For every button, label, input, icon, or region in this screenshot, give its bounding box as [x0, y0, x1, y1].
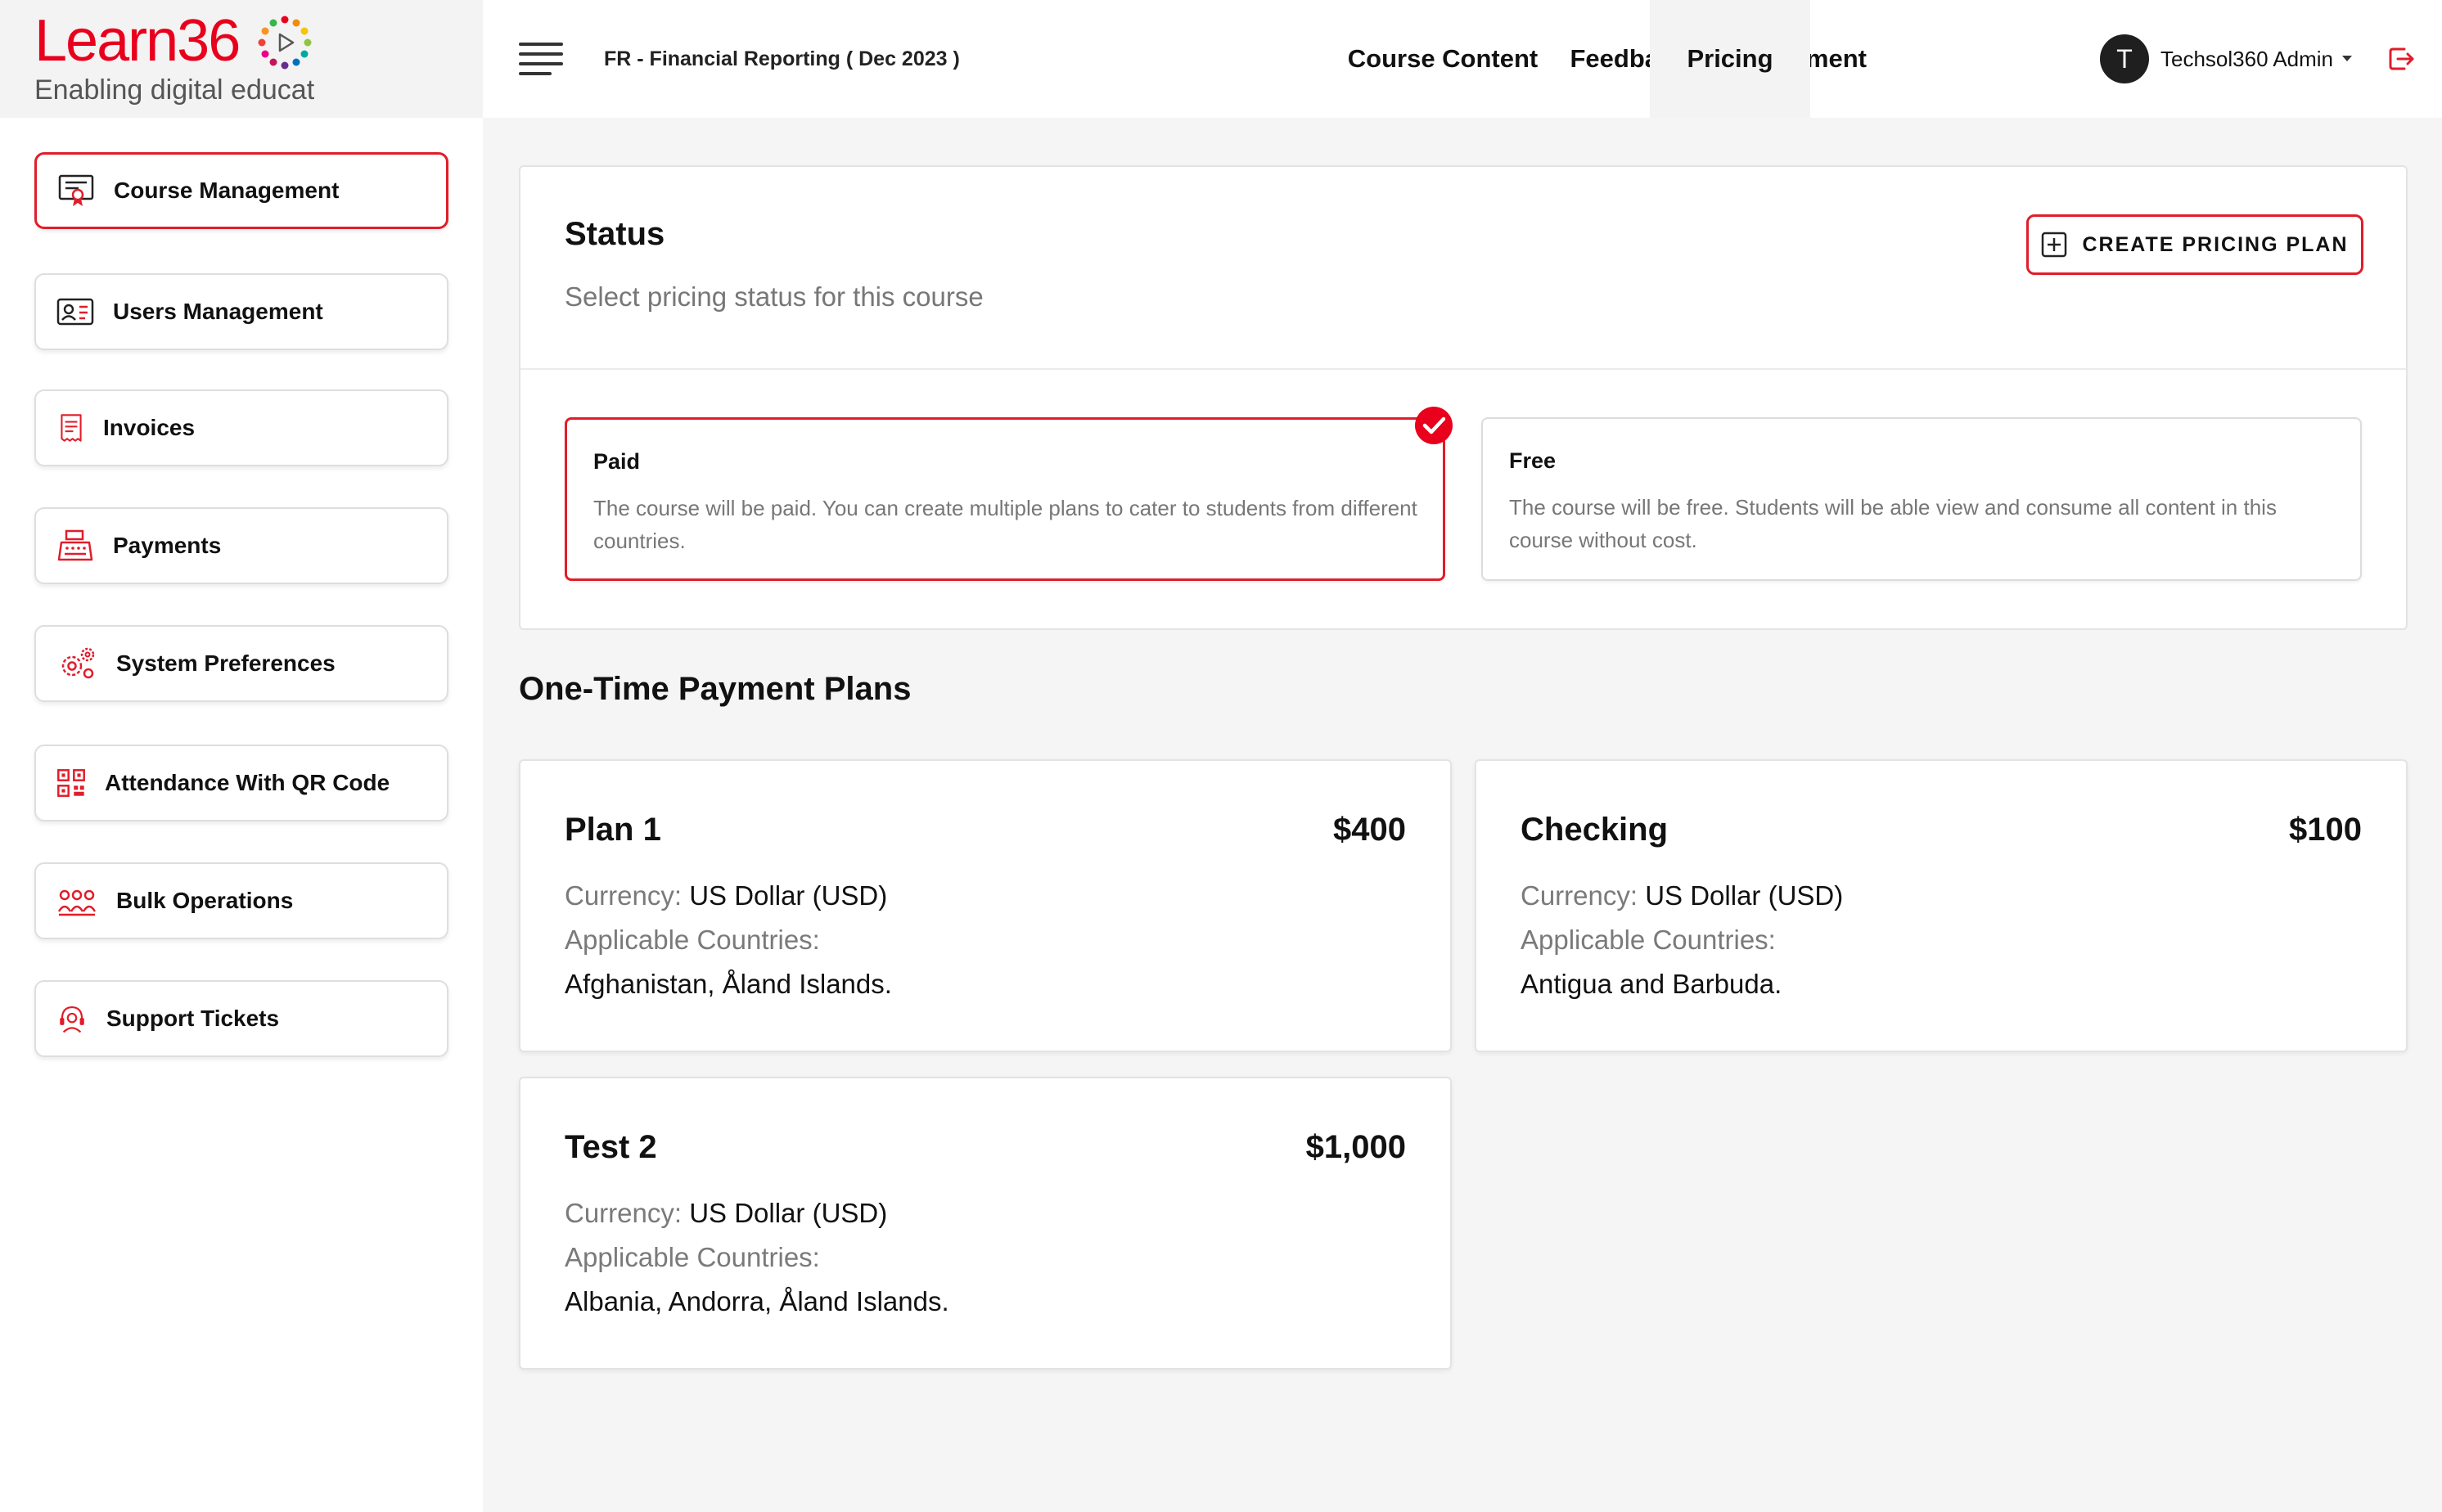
plan-card[interactable]: Plan 1 $400 Currency: US Dollar (USD) Ap… — [519, 759, 1452, 1052]
menu-icon[interactable] — [519, 41, 563, 77]
sidebar-item-payments[interactable]: Payments — [34, 507, 448, 584]
headset-icon — [56, 1001, 88, 1037]
sidebar-item-label: Support Tickets — [106, 1006, 280, 1031]
sidebar-item-label: Course Management — [114, 178, 340, 203]
plan-card[interactable]: Checking $100 Currency: US Dollar (USD) … — [1475, 759, 2408, 1052]
logo-tagline: Enabling digital educat — [34, 74, 315, 106]
countries-label: Applicable Countries: — [565, 1242, 820, 1272]
pricing-option-free[interactable]: Free The course will be free. Students w… — [1481, 417, 2362, 581]
sidebar-item-label: Bulk Operations — [116, 888, 294, 913]
countries-label: Applicable Countries: — [565, 925, 820, 955]
qr-code-icon — [56, 765, 87, 801]
currency-label: Currency: — [565, 880, 683, 911]
status-title: Status — [565, 216, 665, 252]
logo-area: Learn36 Enabling digital educat — [0, 0, 483, 118]
gears-icon — [56, 646, 98, 682]
option-description: The course will be free. Students will b… — [1509, 495, 2277, 552]
sidebar-item-course-management[interactable]: Course Management — [34, 152, 448, 229]
plus-square-icon — [2042, 232, 2067, 258]
sidebar-item-label: Users Management — [113, 299, 323, 324]
sidebar-item-attendance-qr[interactable]: Attendance With QR Code — [34, 745, 448, 821]
countries-value: Antigua and Barbuda. — [1521, 969, 1782, 999]
countries-value: Afghanistan, Åland Islands. — [565, 969, 892, 999]
receipt-icon — [56, 410, 87, 446]
sidebar-item-invoices[interactable]: Invoices — [34, 389, 448, 466]
option-title: Paid — [593, 449, 641, 474]
plan-price: $1,000 — [1305, 1129, 1406, 1165]
option-title: Free — [1509, 448, 1557, 473]
sidebar-item-support-tickets[interactable]: Support Tickets — [34, 980, 448, 1057]
sidebar-item-bulk-operations[interactable]: Bulk Operations — [34, 862, 448, 939]
plan-currency-row: Currency: US Dollar (USD) — [565, 1198, 887, 1229]
plan-currency-row: Currency: US Dollar (USD) — [565, 880, 887, 911]
course-title: FR - Financial Reporting ( Dec 2023 ) — [604, 47, 960, 70]
divider — [520, 368, 2406, 370]
plan-price: $100 — [2289, 812, 2362, 848]
plans-heading: One-Time Payment Plans — [519, 671, 912, 707]
status-subtitle: Select pricing status for this course — [565, 281, 984, 312]
top-bar: FR - Financial Reporting ( Dec 2023 ) Co… — [483, 0, 2442, 118]
currency-value: US Dollar (USD) — [689, 1198, 888, 1228]
logout-icon[interactable] — [2385, 43, 2417, 75]
caret-down-icon[interactable] — [2342, 56, 2352, 61]
plan-currency-row: Currency: US Dollar (USD) — [1521, 880, 1843, 911]
status-card: Status Select pricing status for this co… — [519, 165, 2408, 630]
certificate-icon — [56, 173, 96, 209]
check-circle-icon — [1415, 407, 1453, 444]
create-pricing-plan-label: CREATE PRICING PLAN — [2082, 232, 2349, 256]
currency-value: US Dollar (USD) — [1645, 880, 1844, 911]
user-menu[interactable]: Techsol360 Admin — [2160, 43, 2333, 75]
logo-ring-icon — [258, 16, 312, 70]
option-description: The course will be paid. You can create … — [593, 496, 1417, 553]
currency-label: Currency: — [1521, 880, 1638, 911]
countries-value: Albania, Andorra, Åland Islands. — [565, 1286, 949, 1316]
plan-price: $400 — [1333, 812, 1406, 848]
avatar[interactable]: T — [2100, 34, 2149, 83]
create-pricing-plan-button[interactable]: CREATE PRICING PLAN — [2026, 214, 2363, 275]
id-card-icon — [56, 294, 95, 330]
currency-value: US Dollar (USD) — [689, 880, 888, 911]
countries-label: Applicable Countries: — [1521, 925, 1776, 955]
sidebar: Learn36 Enabling digital educat Course M… — [0, 0, 483, 1512]
plan-name: Plan 1 — [565, 812, 661, 848]
plan-name: Checking — [1521, 812, 1669, 848]
pricing-option-paid[interactable]: Paid The course will be paid. You can cr… — [565, 407, 1453, 581]
sidebar-item-system-preferences[interactable]: System Preferences — [34, 625, 448, 702]
sidebar-item-label: Payments — [113, 533, 222, 558]
sidebar-item-users-management[interactable]: Users Management — [34, 273, 448, 350]
cash-register-icon — [56, 528, 95, 564]
users-group-icon — [56, 883, 98, 919]
tab-pricing[interactable]: Pricing — [1650, 0, 1810, 118]
currency-label: Currency: — [565, 1198, 683, 1228]
sidebar-item-label: Invoices — [103, 415, 196, 440]
sidebar-item-label: Attendance With QR Code — [105, 770, 390, 795]
sidebar-item-label: System Preferences — [116, 650, 336, 676]
logo-text: Learn36 — [34, 8, 241, 74]
plan-card[interactable]: Test 2 $1,000 Currency: US Dollar (USD) … — [519, 1077, 1452, 1370]
tab-course-content[interactable]: Course Content — [1348, 0, 1539, 118]
logo[interactable]: Learn36 — [34, 8, 241, 74]
plan-name: Test 2 — [565, 1129, 657, 1165]
